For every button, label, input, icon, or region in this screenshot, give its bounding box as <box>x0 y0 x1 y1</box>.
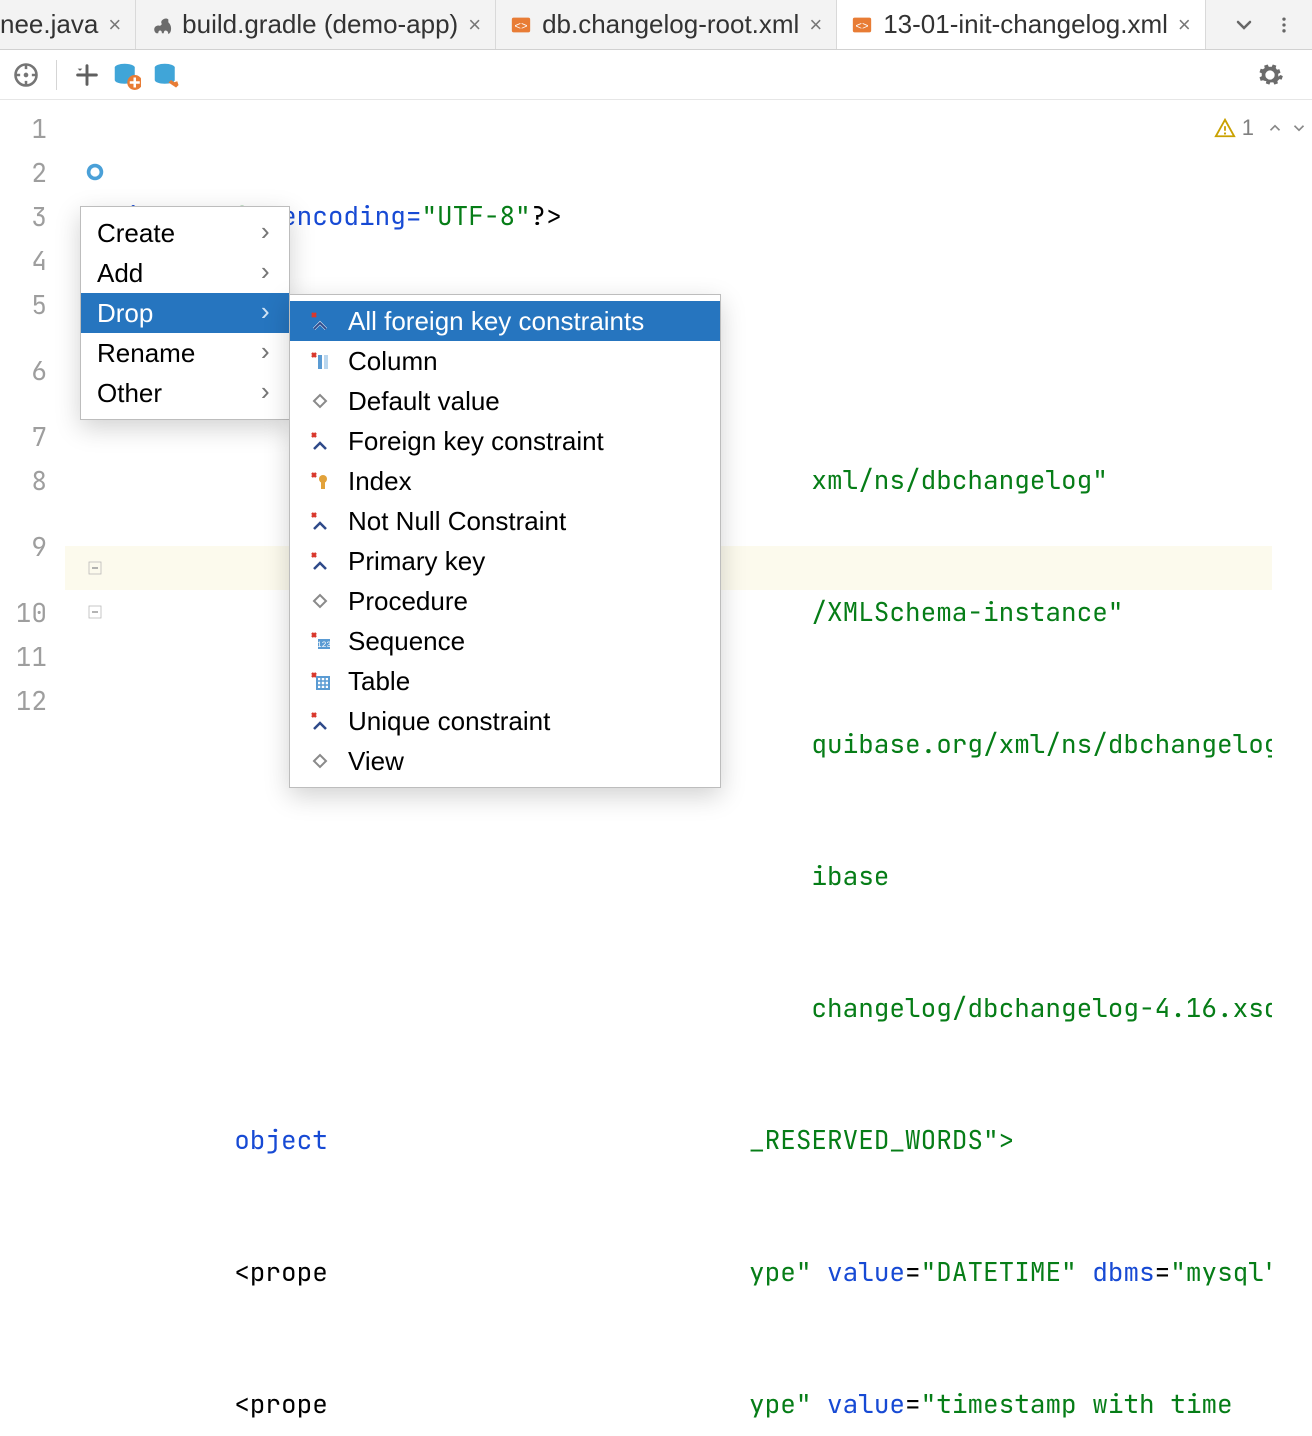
view-icon <box>306 747 334 775</box>
submenu-item-all-fk[interactable]: All foreign key constraints <box>290 301 720 341</box>
pk-icon <box>306 547 334 575</box>
line-number: 4 <box>0 238 65 282</box>
gear-icon[interactable] <box>1256 61 1300 89</box>
close-icon[interactable]: × <box>1178 12 1191 38</box>
chevron-right-icon: › <box>257 218 273 248</box>
editor: 1 2 3 4 5 6 7 8 9 10 11 12 ion="1.0" enc… <box>0 100 1312 1436</box>
gutter: 1 2 3 4 5 6 7 8 9 10 11 12 <box>0 100 65 1436</box>
tab-label: build.gradle (demo-app) <box>182 9 458 40</box>
inspections-gutter: 1 <box>1272 100 1312 1436</box>
line-number: 9 <box>0 502 65 590</box>
menu-item-create[interactable]: Create› <box>81 213 289 253</box>
column-icon <box>306 347 334 375</box>
line-number: 6 <box>0 326 65 414</box>
procedure-icon <box>306 587 334 615</box>
sequence-icon: 123 <box>306 627 334 655</box>
fold-marker-icon[interactable] <box>65 590 125 634</box>
close-icon[interactable]: × <box>809 12 822 38</box>
line-number: 11 <box>0 634 65 678</box>
database-export-icon[interactable] <box>151 60 181 90</box>
fk-icon <box>306 427 334 455</box>
line-number: 1 <box>0 106 65 150</box>
line-number: 10 <box>0 590 65 634</box>
tab-label: nee.java <box>0 9 98 40</box>
chevron-right-icon: › <box>257 338 273 368</box>
warning-count: 1 <box>1242 115 1254 141</box>
line-number: 7 <box>0 414 65 458</box>
submenu-item-table[interactable]: Table <box>290 661 720 701</box>
submenu-item-column[interactable]: Column <box>290 341 720 381</box>
separator <box>56 60 57 90</box>
editor-toolbar <box>0 50 1312 100</box>
tab-label: db.changelog-root.xml <box>542 9 799 40</box>
index-icon <box>306 467 334 495</box>
tab-init-changelog[interactable]: <> 13-01-init-changelog.xml × <box>837 0 1206 49</box>
more-icon[interactable] <box>1274 13 1294 37</box>
warning-icon[interactable] <box>1214 117 1236 139</box>
notnull-icon <box>306 507 334 535</box>
svg-text:<>: <> <box>514 21 527 33</box>
fold-marker-icon[interactable] <box>65 546 125 590</box>
line-number: 5 <box>0 282 65 326</box>
add-icon[interactable] <box>73 61 101 89</box>
all-fk-icon <box>306 307 334 335</box>
tabs-overflow <box>1214 13 1312 37</box>
xml-tag-icon: <> <box>851 14 873 36</box>
submenu-item-procedure[interactable]: Procedure <box>290 581 720 621</box>
editor-tabs: nee.java × build.gradle (demo-app) × <> … <box>0 0 1312 50</box>
submenu-item-sequence[interactable]: 123 Sequence <box>290 621 720 661</box>
chevron-up-icon[interactable] <box>1266 119 1284 137</box>
menu-item-rename[interactable]: Rename› <box>81 333 289 373</box>
gradle-icon <box>150 14 172 36</box>
submenu-item-index[interactable]: Index <box>290 461 720 501</box>
tab-partial[interactable]: nee.java × <box>0 0 136 49</box>
close-icon[interactable]: × <box>108 12 121 38</box>
database-add-icon[interactable] <box>111 60 141 90</box>
chevron-right-icon: › <box>257 298 273 328</box>
submenu-item-pk[interactable]: Primary key <box>290 541 720 581</box>
line-number: 2 <box>0 150 65 194</box>
submenu-item-fk[interactable]: Foreign key constraint <box>290 421 720 461</box>
context-menu: Create› Add› Drop› Rename› Other› <box>80 206 290 420</box>
menu-item-add[interactable]: Add› <box>81 253 289 293</box>
line-number: 3 <box>0 194 65 238</box>
tab-changelog-root[interactable]: <> db.changelog-root.xml × <box>496 0 837 49</box>
target-icon[interactable] <box>12 61 40 89</box>
svg-text:<>: <> <box>856 21 869 33</box>
breakpoint-icon[interactable] <box>65 150 125 194</box>
context-submenu-drop: All foreign key constraints Column Defau… <box>289 294 721 788</box>
submenu-item-default[interactable]: Default value <box>290 381 720 421</box>
table-icon <box>306 667 334 695</box>
submenu-item-unique[interactable]: Unique constraint <box>290 701 720 741</box>
svg-text:123: 123 <box>317 641 332 650</box>
menu-item-other[interactable]: Other› <box>81 373 289 413</box>
submenu-item-view[interactable]: View <box>290 741 720 781</box>
close-icon[interactable]: × <box>468 12 481 38</box>
chevron-down-icon[interactable] <box>1232 13 1256 37</box>
menu-item-drop[interactable]: Drop› <box>81 293 289 333</box>
chevron-right-icon: › <box>257 378 273 408</box>
line-number: 12 <box>0 678 65 722</box>
chevron-down-icon[interactable] <box>1290 119 1308 137</box>
xml-tag-icon: <> <box>510 14 532 36</box>
unique-icon <box>306 707 334 735</box>
tab-build-gradle[interactable]: build.gradle (demo-app) × <box>136 0 496 49</box>
submenu-item-notnull[interactable]: Not Null Constraint <box>290 501 720 541</box>
default-icon <box>306 387 334 415</box>
line-number: 8 <box>0 458 65 502</box>
chevron-right-icon: › <box>257 258 273 288</box>
tab-label: 13-01-init-changelog.xml <box>883 9 1168 40</box>
